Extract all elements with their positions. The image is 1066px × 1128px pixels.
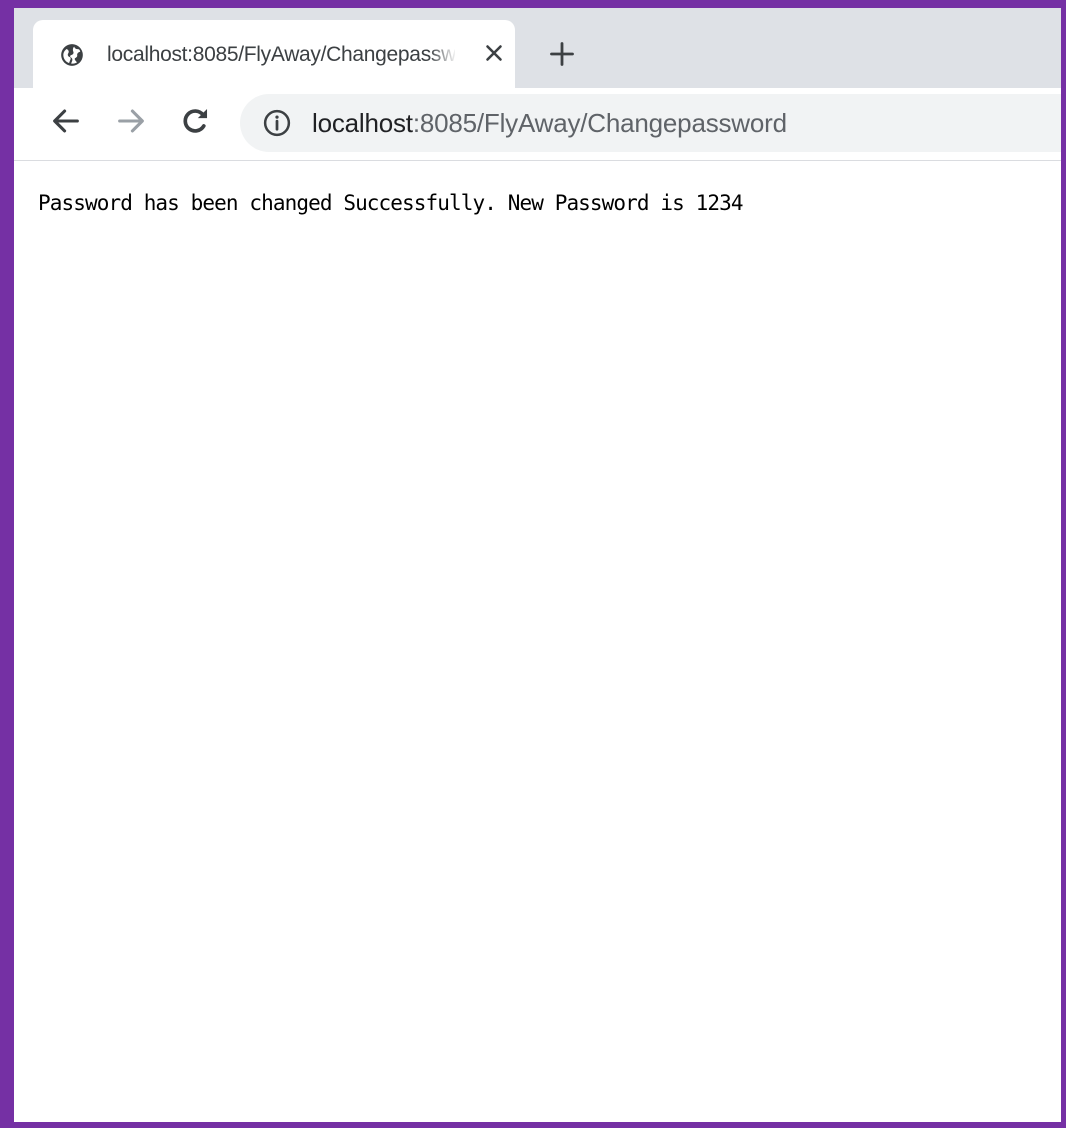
tab-title-fade [429,39,457,71]
plus-icon[interactable] [548,40,576,68]
active-tab[interactable]: localhost:8085/FlyAway/Changepassword [33,20,515,88]
close-icon[interactable] [481,40,507,66]
tab-strip: localhost:8085/FlyAway/Changepassword [14,8,1061,88]
screenshot-frame: localhost:8085/FlyAway/Changepassword lo… [0,0,1066,1128]
page-content: Password has been changed Successfully. … [14,161,1061,1122]
url-text[interactable]: localhost:8085/FlyAway/Changepassword [312,106,787,140]
arrow-left-icon[interactable] [49,104,83,138]
arrow-right-icon[interactable] [114,104,148,138]
success-message: Password has been changed Successfully. … [38,191,743,215]
url-path: :8085/FlyAway/Changepassword [412,108,787,138]
browser-toolbar: localhost:8085/FlyAway/Changepassword [14,88,1061,161]
address-bar[interactable]: localhost:8085/FlyAway/Changepassword [240,94,1061,152]
globe-icon [61,44,83,66]
info-icon[interactable] [262,108,292,138]
reload-icon[interactable] [178,104,212,138]
browser-window: localhost:8085/FlyAway/Changepassword lo… [14,8,1061,1122]
url-host: localhost [312,108,413,138]
tab-title: localhost:8085/FlyAway/Changepassword [107,43,455,66]
